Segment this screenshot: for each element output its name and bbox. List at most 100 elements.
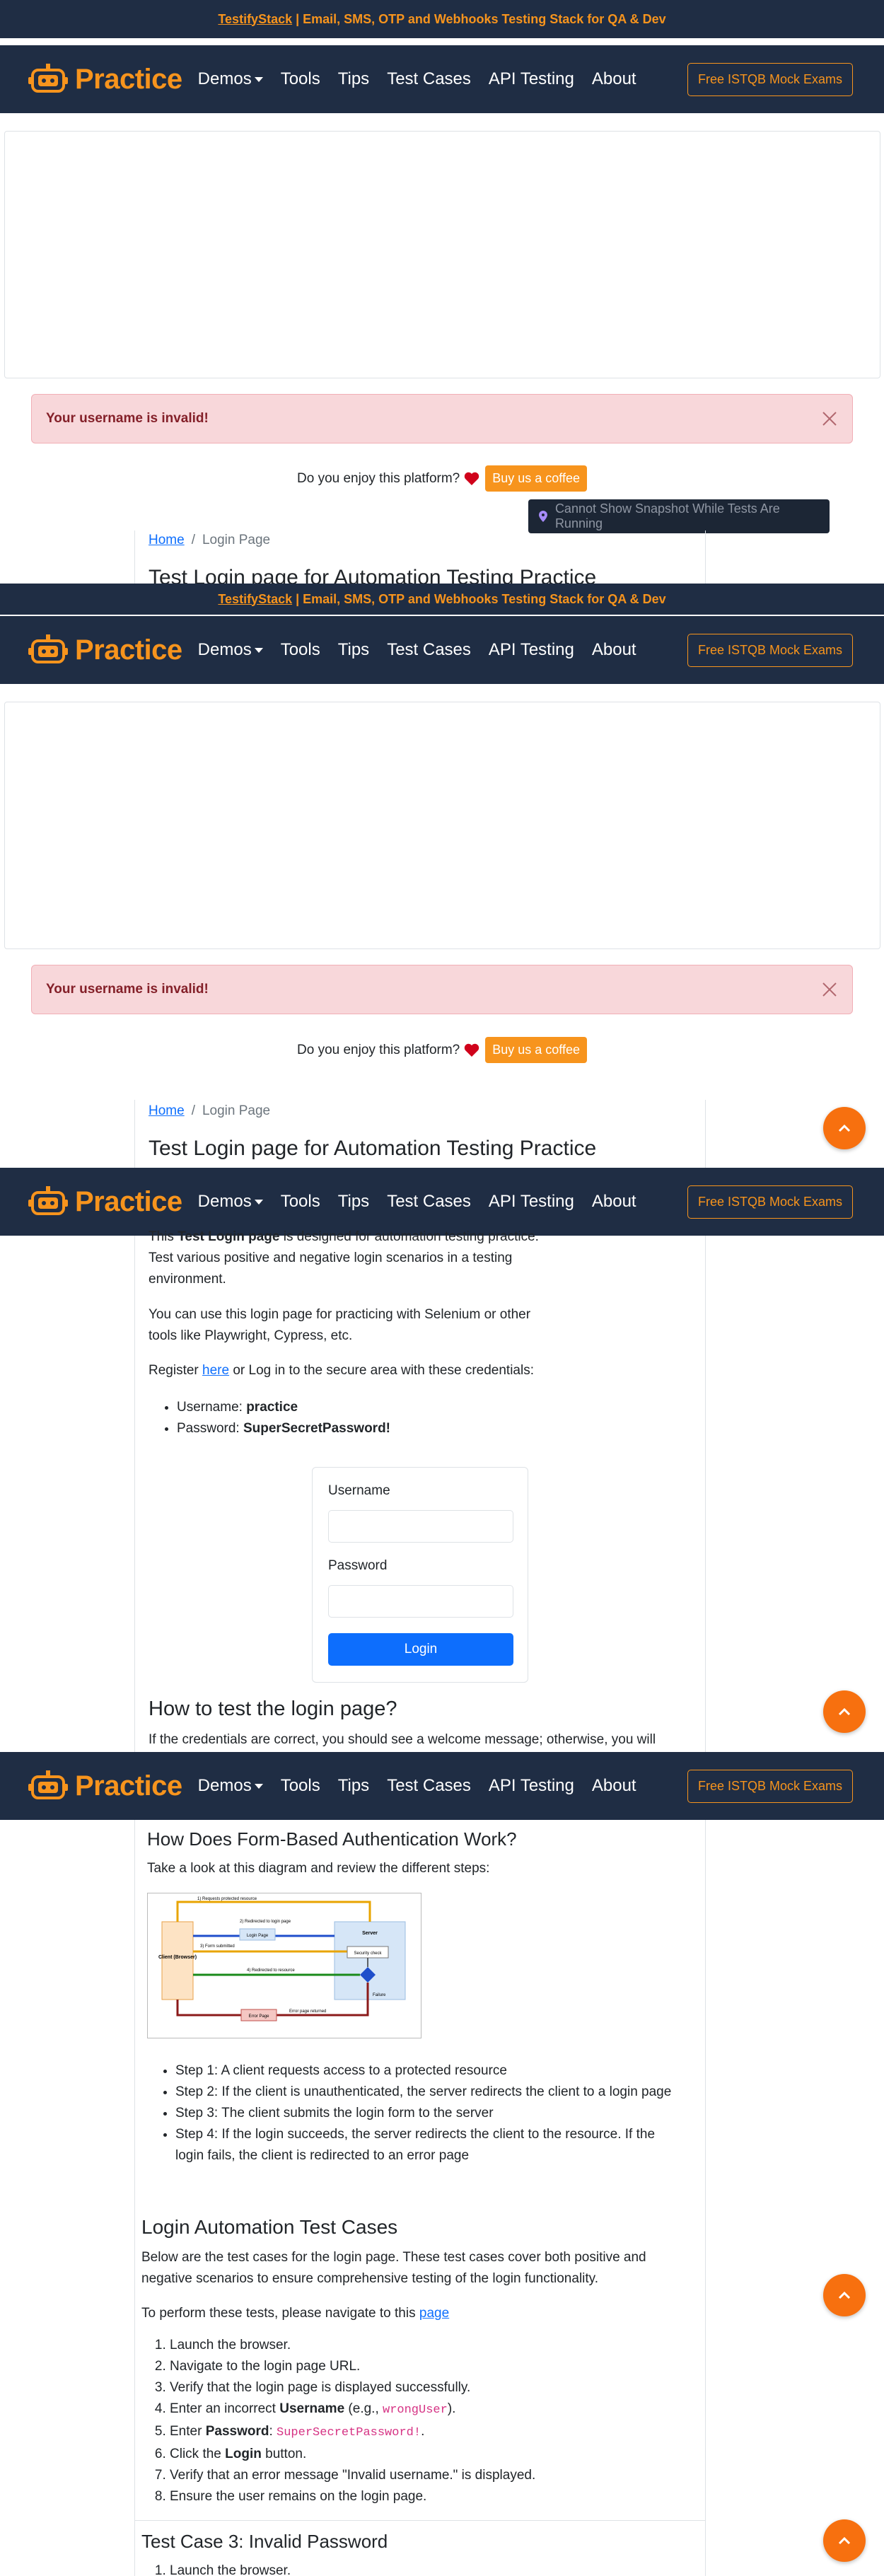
nav-tools[interactable]: Tools xyxy=(281,640,320,660)
location-pin-icon xyxy=(538,511,547,522)
caret-down-icon xyxy=(254,648,263,654)
diagram-label-form-submit: 3) Form submitted xyxy=(200,1944,235,1949)
testifystack-link[interactable]: TestifyStack xyxy=(218,592,292,607)
istqb-mock-exams-button[interactable]: Free ISTQB Mock Exams xyxy=(687,633,853,667)
nav-about[interactable]: About xyxy=(592,69,636,89)
test-step: Verify that the login page is displayed … xyxy=(170,2377,693,2398)
nav-api-testing[interactable]: API Testing xyxy=(489,69,574,89)
chevron-up-icon xyxy=(838,1707,851,1716)
password-input[interactable] xyxy=(328,1585,513,1618)
nav-about[interactable]: About xyxy=(592,1192,636,1212)
brand-name: Practice xyxy=(75,634,182,666)
caret-down-icon xyxy=(254,1784,263,1789)
brand-link[interactable]: Practice xyxy=(28,1184,182,1219)
support-question: Do you enjoy this platform? xyxy=(297,470,460,486)
testifystack-link[interactable]: TestifyStack xyxy=(218,12,292,27)
navigate-text: To perform these tests, please navigate … xyxy=(141,2306,419,2321)
nav-tools[interactable]: Tools xyxy=(281,1776,320,1796)
test-step: Click the Login button. xyxy=(170,2444,693,2465)
nav-test-cases[interactable]: Test Cases xyxy=(387,1192,471,1212)
nav-demos[interactable]: Demos xyxy=(198,640,263,660)
heart-icon xyxy=(465,1043,479,1057)
nav-tips[interactable]: Tips xyxy=(338,1192,369,1212)
brand-link[interactable]: Practice xyxy=(28,632,182,668)
login-button[interactable]: Login xyxy=(328,1633,513,1666)
form-auth-step: Step 1: A client requests access to a pr… xyxy=(175,2060,685,2082)
navbar: Practice Demos Tools Tips Test Cases API… xyxy=(0,1752,884,1820)
scroll-to-top-button[interactable] xyxy=(823,1690,866,1733)
breadcrumb-separator: / xyxy=(191,533,195,547)
step-bold: Username xyxy=(279,2401,345,2416)
scroll-to-top-button[interactable] xyxy=(823,2519,866,2562)
test-case-steps: Launch the browser. Navigate to the logi… xyxy=(141,2335,693,2507)
nav-test-cases[interactable]: Test Cases xyxy=(387,69,471,89)
nav-api-testing[interactable]: API Testing xyxy=(489,1776,574,1796)
form-auth-step: Step 3: The client submits the login for… xyxy=(175,2103,685,2124)
username-input[interactable] xyxy=(328,1510,513,1543)
register-paragraph: Register here or Log in to the secure ar… xyxy=(149,1360,700,1381)
credential-password: Password: SuperSecretPassword! xyxy=(177,1418,390,1439)
step-text: Click the xyxy=(170,2447,226,2461)
credentials-list: Username: practice Password: SuperSecret… xyxy=(149,1397,390,1439)
istqb-mock-exams-button[interactable]: Free ISTQB Mock Exams xyxy=(687,1769,853,1803)
nav-test-cases[interactable]: Test Cases xyxy=(387,1776,471,1796)
brand-name: Practice xyxy=(75,1770,182,1802)
step-text: ). xyxy=(447,2401,456,2416)
buy-coffee-button[interactable]: Buy us a coffee xyxy=(485,465,587,492)
nav-api-testing[interactable]: API Testing xyxy=(489,1192,574,1212)
nav-demos[interactable]: Demos xyxy=(198,1192,263,1212)
nav-demos-label: Demos xyxy=(197,1192,252,1211)
login-tests-navigate: To perform these tests, please navigate … xyxy=(141,2303,693,2324)
breadcrumb-separator: / xyxy=(191,1103,195,1118)
robot-logo-icon xyxy=(28,64,68,93)
error-alert: Your username is invalid! xyxy=(31,965,853,1014)
login-form: Username Password Login xyxy=(312,1467,528,1683)
nav-about[interactable]: About xyxy=(592,640,636,660)
form-auth-step: Step 4: If the login succeeds, the serve… xyxy=(175,2124,685,2166)
nav-api-testing[interactable]: API Testing xyxy=(489,640,574,660)
nav-test-cases[interactable]: Test Cases xyxy=(387,640,471,660)
nav-tips[interactable]: Tips xyxy=(338,69,369,89)
test-step: Enter an incorrect Username (e.g., wrong… xyxy=(170,2398,693,2421)
breadcrumb-home[interactable]: Home xyxy=(149,1103,185,1118)
alert-message: Your username is invalid! xyxy=(46,982,209,997)
step-text: Enter xyxy=(170,2424,206,2439)
ad-placeholder xyxy=(4,131,880,378)
register-text-rest: or Log in to the secure area with these … xyxy=(229,1363,534,1378)
announcement-text: | Email, SMS, OTP and Webhooks Testing S… xyxy=(296,11,666,26)
istqb-mock-exams-button[interactable]: Free ISTQB Mock Exams xyxy=(687,1185,853,1219)
diagram-security-label: Security check xyxy=(354,1951,382,1956)
scroll-to-top-button[interactable] xyxy=(823,1107,866,1149)
nav-demos[interactable]: Demos xyxy=(198,69,263,89)
nav-tools[interactable]: Tools xyxy=(281,69,320,89)
brand-link[interactable]: Practice xyxy=(28,1768,182,1804)
brand-link[interactable]: Practice xyxy=(28,62,182,97)
nav-demos[interactable]: Demos xyxy=(198,1776,263,1796)
close-icon[interactable] xyxy=(821,410,838,427)
nav-about[interactable]: About xyxy=(592,1776,636,1796)
diagram-label-redirect-login: 2) Redirected to login page xyxy=(240,1920,291,1924)
navbar: Practice Demos Tools Tips Test Cases API… xyxy=(0,1168,884,1236)
scroll-to-top-button[interactable] xyxy=(823,2274,866,2316)
section-divider xyxy=(134,2520,706,2521)
breadcrumb-home[interactable]: Home xyxy=(149,533,185,547)
nav-tips[interactable]: Tips xyxy=(338,640,369,660)
step-text: Enter an incorrect xyxy=(170,2401,280,2416)
credential-username-value: practice xyxy=(246,1400,298,1415)
support-question: Do you enjoy this platform? xyxy=(297,1042,460,1057)
breadcrumb-current: Login Page xyxy=(202,533,271,547)
istqb-mock-exams-button[interactable]: Free ISTQB Mock Exams xyxy=(687,62,853,96)
test-page-link[interactable]: page xyxy=(419,2306,449,2321)
login-tests-intro: Below are the test cases for the login p… xyxy=(141,2250,646,2286)
credential-username-label: Username: xyxy=(177,1400,247,1415)
register-link[interactable]: here xyxy=(202,1363,229,1378)
buy-coffee-button[interactable]: Buy us a coffee xyxy=(485,1037,587,1063)
step-text: (e.g., xyxy=(344,2401,383,2416)
step-text: button. xyxy=(261,2447,307,2461)
navbar: Practice Demos Tools Tips Test Cases API… xyxy=(0,45,884,113)
close-icon[interactable] xyxy=(821,981,838,998)
form-auth-intro: Take a look at this diagram and review t… xyxy=(147,1861,490,1876)
username-label: Username xyxy=(328,1483,390,1498)
nav-tools[interactable]: Tools xyxy=(281,1192,320,1212)
nav-tips[interactable]: Tips xyxy=(338,1776,369,1796)
